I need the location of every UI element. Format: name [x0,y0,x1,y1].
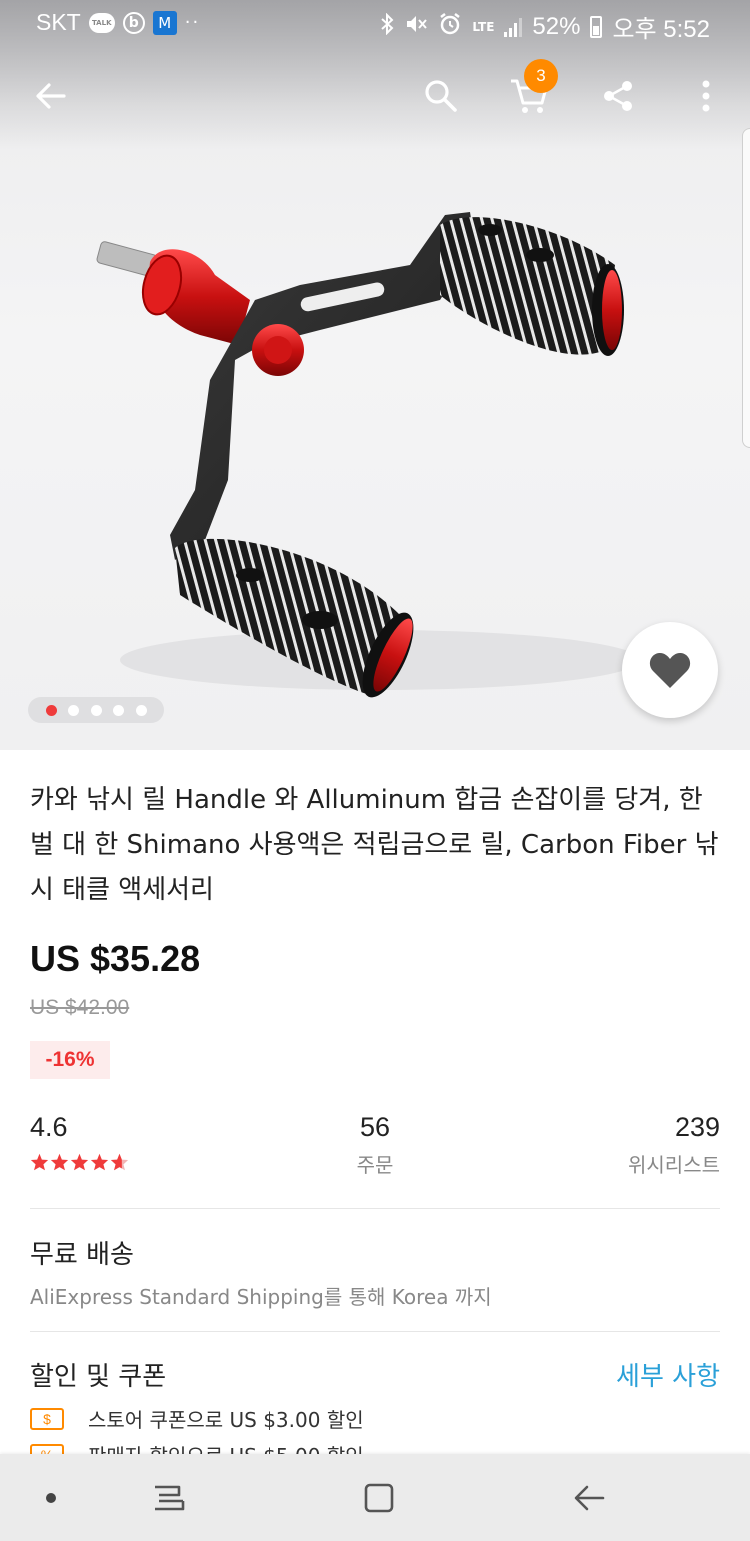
pager-dot[interactable] [68,704,79,716]
more-vertical-icon [702,80,710,112]
half-star-icon [110,1153,129,1171]
back-button[interactable] [25,70,77,122]
signal-icon [504,17,523,37]
image-pager[interactable] [28,697,164,723]
band-icon: b [122,11,145,34]
back-nav-button[interactable] [565,1474,613,1522]
orders-count: 56 [359,1112,391,1142]
coupon-item[interactable]: $ 스토어 쿠폰으로 US $3.00 할인 [30,1404,364,1433]
pager-dot[interactable] [135,704,147,716]
recent-apps-icon [155,1485,185,1511]
nav-dot-button[interactable] [27,1474,75,1522]
status-bar: SKT TALK b M ·· LTE 52% 오후 5:52 [0,0,750,46]
mail-icon: M [152,10,177,35]
system-navigation-bar [0,1454,750,1541]
product-price: US $35.28 [30,938,201,979]
product-page: SKT TALK b M ·· LTE 52% 오후 5:52 3 카와 낚시 … [0,0,750,1541]
star-icon [90,1153,109,1171]
share-icon [604,81,632,111]
wishlist-button[interactable] [622,622,718,718]
star-icon [30,1153,49,1171]
wishlist-summary: 239 위시리스트 [628,1112,720,1178]
original-price: US $42.00 [30,996,130,1019]
home-button[interactable] [355,1474,403,1522]
kakaotalk-icon: TALK [88,12,115,33]
dot-icon [46,1493,56,1503]
divider [30,1331,720,1332]
pager-dot[interactable] [113,704,124,716]
share-button[interactable] [592,70,644,122]
coupons-title: 할인 및 쿠폰 [30,1362,167,1392]
divider [30,1208,720,1209]
rating-summary[interactable]: 4.6 [30,1112,129,1171]
arrow-left-icon [36,83,66,109]
orders-label: 주문 [356,1153,394,1177]
heart-icon [649,652,691,688]
orders-summary: 56 주문 [335,1112,415,1178]
back-arrow-icon [574,1485,605,1511]
rating-value: 4.6 [30,1112,68,1142]
lte-indicator: LTE [472,19,495,34]
recent-apps-button[interactable] [145,1474,193,1522]
battery-percent: 52% [532,12,581,40]
pager-dot[interactable] [45,704,57,716]
product-title: 카와 낚시 릴 Handle 와 Alluminum 합금 손잡이를 당겨, 한… [30,785,719,905]
star-icon [70,1153,89,1171]
carrier-name: SKT [36,9,81,35]
side-drawer-handle[interactable] [742,128,750,448]
pager-dot[interactable] [90,704,102,716]
wishlist-count: 239 [674,1112,720,1142]
search-button[interactable] [415,70,467,122]
coupons-detail-link[interactable]: 세부 사항 [616,1356,720,1393]
shipping-title[interactable]: 무료 배송 [30,1234,134,1271]
clock: 오후 5:52 [612,16,710,43]
wishlist-label: 위시리스트 [628,1153,720,1177]
star-icon [50,1153,69,1171]
mute-icon [404,13,428,40]
star-rating [30,1153,129,1171]
more-options-button[interactable] [680,70,732,122]
discount-badge: -16% [30,1041,110,1079]
battery-icon [590,15,603,38]
app-toolbar [0,46,750,146]
alarm-icon [438,12,462,41]
more-notifications-icon: ·· [184,12,201,33]
home-icon [364,1483,394,1513]
store-coupon-icon: $ [30,1407,64,1430]
bluetooth-icon [380,12,394,40]
coupon-text: 스토어 쿠폰으로 US $3.00 할인 [88,1408,364,1432]
search-icon [425,80,457,112]
cart-count-badge: 3 [524,59,558,93]
shipping-description[interactable]: AliExpress Standard Shipping를 통해 Korea 까… [30,1281,492,1310]
